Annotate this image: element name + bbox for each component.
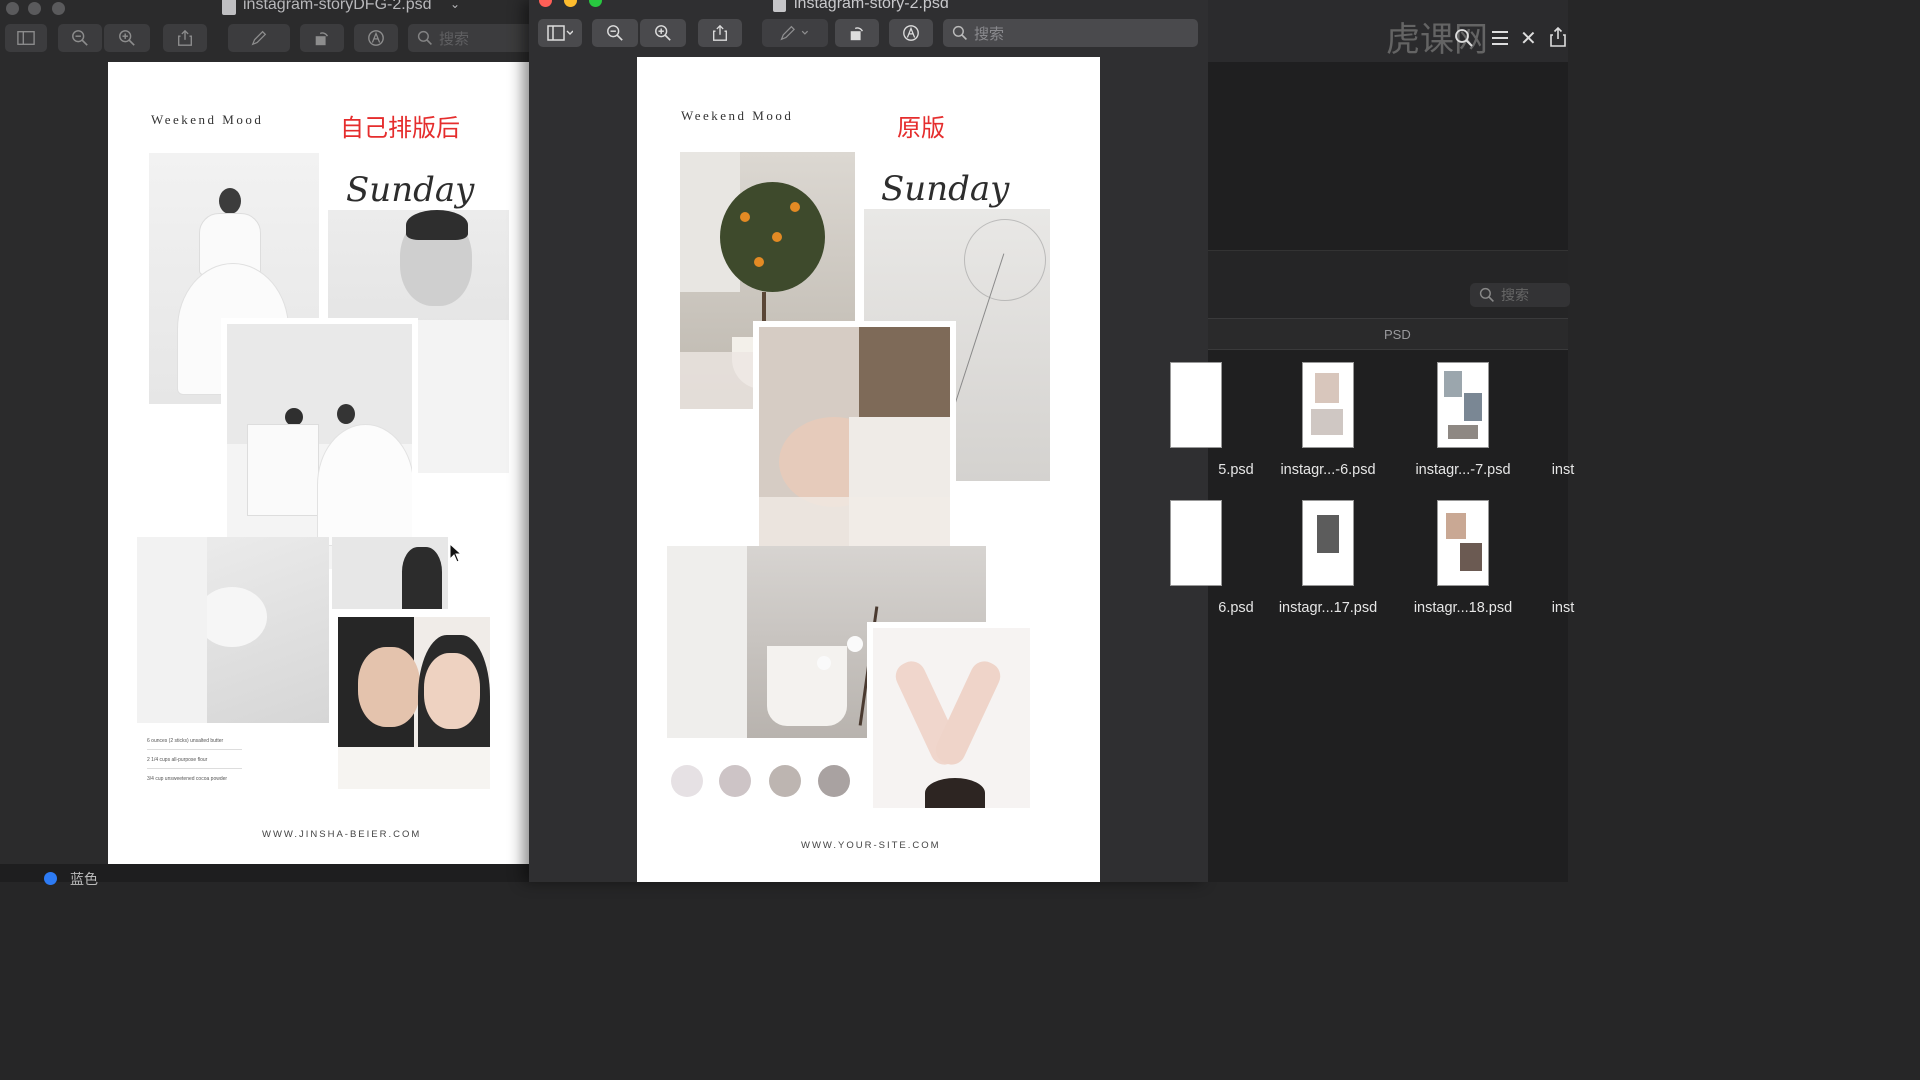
- sidebar-toggle-button[interactable]: [5, 24, 47, 52]
- window-title: instagram-story-2.psd: [794, 0, 949, 12]
- finder-toolbar: 虎课网 ✕: [1208, 0, 1568, 62]
- search-field[interactable]: 搜索: [408, 24, 533, 52]
- search-icon: [1479, 287, 1494, 302]
- annotation-label: 原版: [897, 114, 945, 142]
- search-icon: [417, 30, 432, 45]
- annotate-button[interactable]: [889, 19, 933, 47]
- chevron-down-icon[interactable]: ⌄: [450, 0, 460, 11]
- column-header-label: PSD: [1384, 327, 1411, 342]
- sidebar-icon: [17, 31, 35, 45]
- middle-document-page: Weekend Mood 原版 Sunday Morning: [637, 57, 1100, 882]
- color-swatch: [719, 765, 751, 797]
- markup-circle-icon: [368, 30, 384, 46]
- zoom-button[interactable]: [589, 0, 602, 7]
- status-bar: 蓝色: [0, 864, 529, 887]
- minimize-button[interactable]: [28, 2, 41, 15]
- share-button[interactable]: [698, 19, 742, 47]
- zoom-in-button[interactable]: [104, 24, 150, 52]
- search-placeholder: 搜索: [439, 30, 470, 48]
- photo-hair-crop: [332, 537, 448, 609]
- markup-button[interactable]: [228, 24, 290, 52]
- file-thumbnail[interactable]: [1302, 500, 1354, 586]
- list-item: 3/4 cup unsweetened cocoa powder: [147, 776, 228, 782]
- search-icon[interactable]: [1454, 28, 1474, 48]
- rotate-button[interactable]: [835, 19, 879, 47]
- file-icon: [773, 0, 786, 12]
- list-view-icon[interactable]: [1490, 28, 1510, 48]
- file-name[interactable]: inst: [1498, 600, 1628, 616]
- finder-search-bar: 搜索: [1208, 250, 1570, 319]
- markup-circle-icon: [903, 25, 919, 41]
- photo-couple-color: [332, 611, 496, 795]
- list-item: 6 ounces (2 sticks) unsalted butter: [147, 738, 224, 744]
- rotate-button[interactable]: [300, 24, 344, 52]
- close-button[interactable]: [539, 0, 552, 7]
- left-preview-window: instagram-storyDFG-2.psd ⌄ 搜索 Weekend Mo…: [0, 0, 533, 887]
- photo-hands: [867, 622, 1036, 814]
- zoom-in-button[interactable]: [640, 19, 686, 47]
- weekend-mood-heading: Weekend Mood: [681, 108, 794, 123]
- photo-bouquet: [137, 537, 329, 723]
- zoom-out-icon: [72, 30, 88, 46]
- zoom-in-icon: [119, 30, 135, 46]
- file-name[interactable]: instagr...17.psd: [1263, 600, 1393, 616]
- file-thumbnail[interactable]: [1437, 362, 1489, 448]
- finder-window: 虎课网 ✕ 搜索 PSD 5.psd instagr...-6.psd inst…: [1170, 0, 1574, 882]
- mouse-cursor-icon: [449, 543, 463, 563]
- site-footer: WWW.JINSHA-BEIER.COM: [262, 829, 422, 840]
- file-thumbnail[interactable]: [1170, 362, 1222, 448]
- pen-icon: [780, 25, 809, 41]
- file-icon: [222, 0, 236, 15]
- annotation-label: 自己排版后: [340, 114, 460, 142]
- column-header: PSD: [1208, 318, 1568, 350]
- rotate-icon: [315, 32, 329, 46]
- close-icon[interactable]: ✕: [1520, 26, 1537, 51]
- search-placeholder: 搜索: [1501, 287, 1529, 303]
- zoom-button[interactable]: [52, 2, 65, 15]
- sidebar-toggle-button[interactable]: [538, 19, 582, 47]
- file-thumbnail[interactable]: [1170, 500, 1222, 586]
- window-title: instagram-storyDFG-2.psd: [243, 0, 432, 13]
- left-document-page: Weekend Mood 自己排版后 Sunday Morning: [108, 62, 529, 864]
- list-divider: [147, 749, 242, 750]
- search-icon: [952, 25, 967, 40]
- blue-tag-icon: [44, 872, 57, 885]
- color-swatch: [818, 765, 850, 797]
- close-button[interactable]: [6, 2, 19, 15]
- share-icon: [178, 29, 192, 46]
- list-item: 2 1/4 cups all-purpose flour: [147, 757, 208, 763]
- weekend-mood-heading: Weekend Mood: [151, 112, 264, 127]
- file-name[interactable]: instagr...-6.psd: [1263, 462, 1393, 478]
- search-placeholder: 搜索: [974, 25, 1005, 43]
- share-icon[interactable]: [1548, 26, 1568, 48]
- finder-search-field[interactable]: 搜索: [1470, 283, 1570, 307]
- sidebar-icon: [547, 25, 573, 41]
- annotate-button[interactable]: [354, 24, 398, 52]
- markup-button[interactable]: [762, 19, 828, 47]
- color-swatch: [769, 765, 801, 797]
- share-button[interactable]: [163, 24, 207, 52]
- search-field[interactable]: 搜索: [943, 19, 1198, 47]
- file-name[interactable]: inst: [1498, 462, 1628, 478]
- site-footer: WWW.YOUR-SITE.COM: [801, 840, 941, 851]
- color-swatch: [671, 765, 703, 797]
- zoom-out-button[interactable]: [58, 24, 102, 52]
- middle-preview-window: instagram-story-2.psd 搜索 Weekend Mood 原版…: [529, 0, 1208, 882]
- list-divider: [147, 768, 242, 769]
- pen-icon: [251, 30, 267, 46]
- zoom-out-icon: [607, 25, 623, 41]
- file-thumbnail[interactable]: [1437, 500, 1489, 586]
- rotate-icon: [850, 27, 864, 41]
- file-thumbnail[interactable]: [1302, 362, 1354, 448]
- share-icon: [713, 24, 727, 41]
- middle-titlebar: instagram-story-2.psd: [529, 0, 1208, 18]
- zoom-out-button[interactable]: [592, 19, 638, 47]
- minimize-button[interactable]: [564, 0, 577, 7]
- tag-label: 蓝色: [70, 871, 98, 887]
- zoom-in-icon: [655, 25, 671, 41]
- left-titlebar: instagram-storyDFG-2.psd ⌄: [0, 0, 529, 18]
